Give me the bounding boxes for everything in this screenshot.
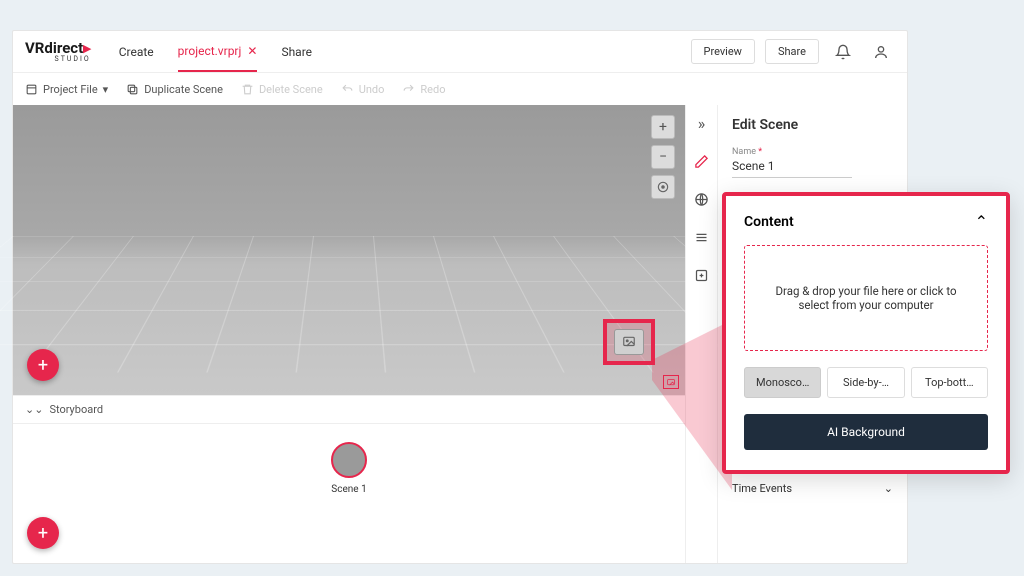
tab-create-label: Create (119, 45, 154, 59)
chevron-double-down-icon: ⌄⌄ (25, 403, 43, 416)
logo-text: VRdirect▸ (25, 41, 91, 56)
close-icon[interactable]: ✕ (247, 44, 257, 58)
name-field-label: Name * (732, 147, 893, 157)
zoom-out-button[interactable]: − (651, 145, 675, 169)
scene-circle (331, 442, 367, 478)
seg-side-by-side[interactable]: Side-by-… (827, 367, 904, 398)
logo-post: direct (44, 39, 83, 57)
undo-button: Undo (341, 83, 385, 96)
delete-label: Delete Scene (259, 83, 323, 96)
projection-segmented: Monosco… Side-by-… Top-bott… (744, 367, 988, 398)
scene-thumbnail[interactable]: Scene 1 (331, 442, 367, 495)
storyboard: Scene 1 + (13, 423, 685, 563)
logo: VRdirect▸ STUDIO (25, 41, 91, 63)
edit-icon[interactable] (692, 151, 712, 171)
duplicate-label: Duplicate Scene (144, 83, 223, 96)
zoom-in-button[interactable]: + (651, 115, 675, 139)
panel-title: Edit Scene (732, 117, 893, 133)
scene-label: Scene 1 (331, 484, 367, 495)
ai-background-button[interactable]: AI Background (744, 414, 988, 450)
content-title: Content (744, 214, 794, 230)
collapse-rail-icon[interactable]: » (692, 113, 712, 133)
tab-project-label: project.vrprj (178, 44, 242, 58)
logo-pre: VR (25, 39, 44, 57)
file-dropzone[interactable]: Drag & drop your file here or click to s… (744, 245, 988, 351)
redo-button: Redo (402, 83, 445, 96)
viewport[interactable]: + − + (13, 105, 685, 395)
toolbar: Project File ▾ Duplicate Scene Delete Sc… (13, 73, 907, 105)
bell-icon[interactable] (829, 38, 857, 66)
project-file-menu[interactable]: Project File ▾ (25, 83, 108, 96)
reset-view-button[interactable] (651, 175, 675, 199)
delete-scene-button: Delete Scene (241, 83, 323, 96)
add-object-fab[interactable]: + (27, 349, 59, 381)
project-file-label: Project File (43, 83, 98, 96)
content-header[interactable]: Content ⌃ (744, 212, 988, 231)
storyboard-toggle[interactable]: ⌄⌄ Storyboard (13, 395, 685, 423)
seg-top-bottom[interactable]: Top-bott… (911, 367, 988, 398)
top-tabs: Create project.vrprj ✕ Share (119, 31, 312, 72)
mini-image-icon[interactable] (663, 375, 679, 389)
undo-label: Undo (359, 83, 385, 96)
tab-create[interactable]: Create (119, 31, 154, 72)
canvas-column: + − + ⌄⌄ Storyboard (13, 105, 685, 563)
dropzone-text: Drag & drop your file here or click to s… (765, 284, 967, 312)
image-placeholder-callout[interactable] (603, 319, 655, 365)
seg-monoscopic[interactable]: Monosco… (744, 367, 821, 398)
duplicate-scene-button[interactable]: Duplicate Scene (126, 83, 223, 96)
viewport-controls: + − (651, 115, 675, 199)
chevron-up-icon: ⌃ (975, 212, 988, 231)
tab-share[interactable]: Share (281, 31, 312, 72)
globe-icon[interactable] (692, 189, 712, 209)
redo-label: Redo (420, 83, 445, 96)
tab-share-label: Share (281, 45, 312, 59)
image-icon (614, 329, 644, 355)
tab-project[interactable]: project.vrprj ✕ (178, 31, 258, 72)
preview-button[interactable]: Preview (691, 39, 755, 64)
user-icon[interactable] (867, 38, 895, 66)
storyboard-label: Storyboard (49, 403, 103, 416)
topbar-right: Preview Share (691, 38, 895, 66)
time-events-accordion[interactable]: Time Events ⌄ (732, 473, 893, 503)
topbar: VRdirect▸ STUDIO Create project.vrprj ✕ … (13, 31, 907, 73)
time-events-label: Time Events (732, 482, 792, 495)
content-popup: Content ⌃ Drag & drop your file here or … (722, 192, 1010, 474)
chevron-down-icon: ▾ (103, 83, 109, 96)
chevron-down-icon: ⌄ (884, 482, 893, 495)
add-scene-fab[interactable]: + (27, 517, 59, 549)
name-field[interactable]: Scene 1 (732, 157, 852, 178)
logo-subtitle: STUDIO (25, 56, 91, 63)
share-button[interactable]: Share (765, 39, 819, 64)
logo-accent-icon: ▸ (83, 39, 91, 57)
